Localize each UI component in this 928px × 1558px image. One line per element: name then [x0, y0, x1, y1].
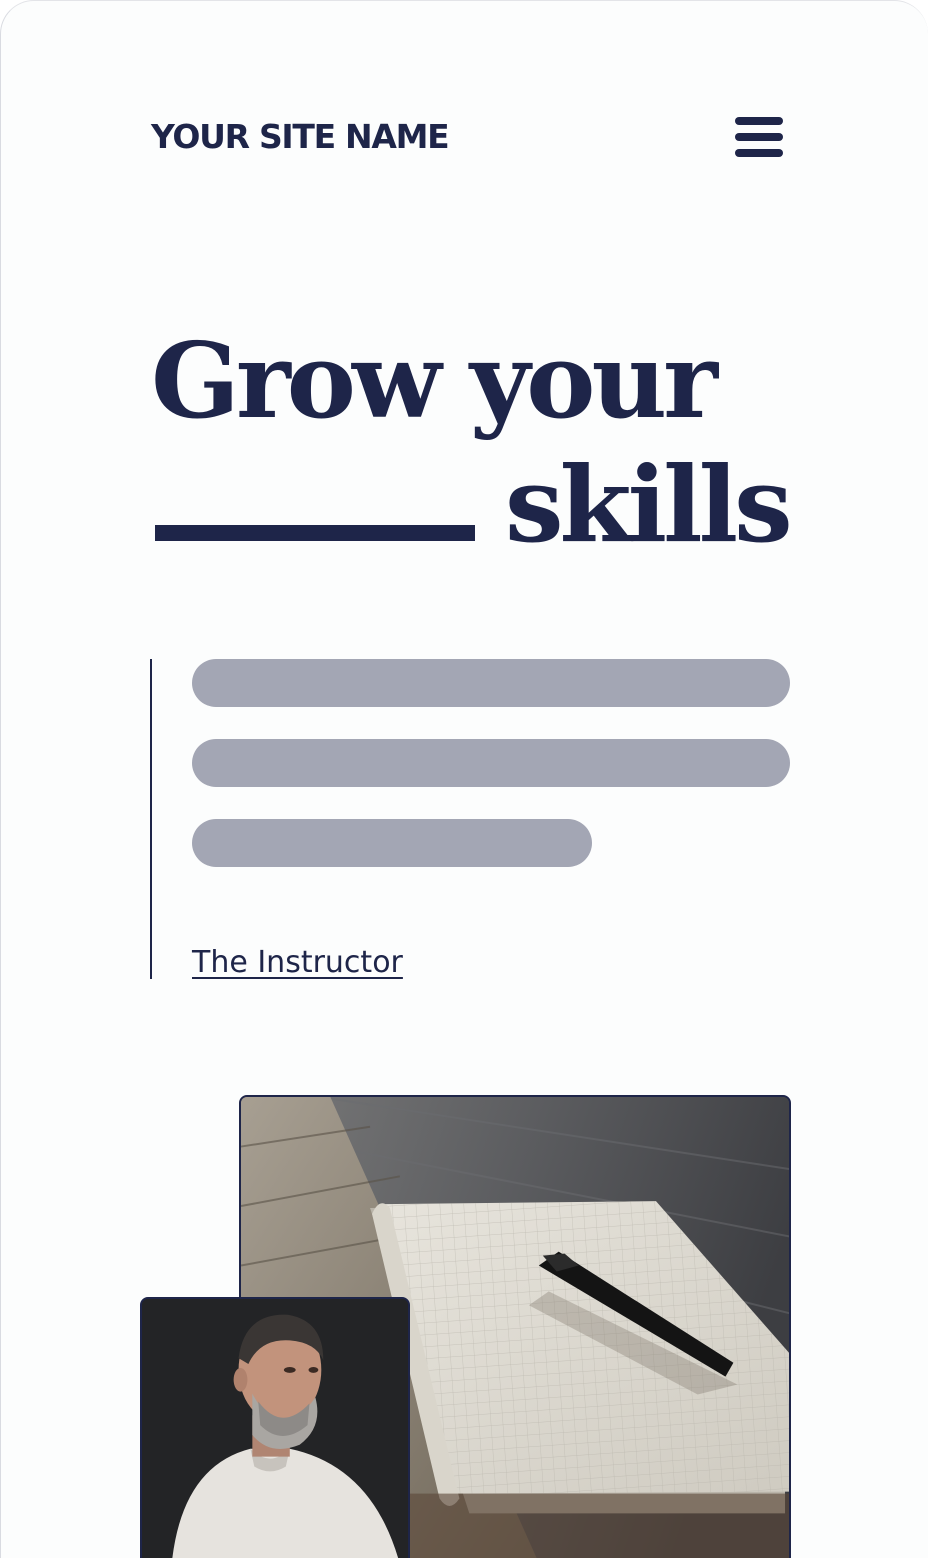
headline-word-skills: skills	[505, 443, 793, 566]
hamburger-menu-icon[interactable]	[735, 115, 783, 159]
instructor-link[interactable]: The Instructor	[192, 943, 403, 983]
quote-placeholder-line-2	[192, 739, 790, 787]
portrait-illustration	[142, 1299, 408, 1558]
quote-placeholder-line-3	[192, 819, 592, 867]
menu-bar-middle	[735, 133, 783, 141]
headline-line-1: Grow your	[151, 319, 718, 442]
headline-blank-underline	[155, 525, 475, 541]
instructor-portrait-photo	[140, 1297, 410, 1558]
quote-block: The Instructor	[150, 659, 794, 980]
headline-line-2: skills	[151, 443, 851, 567]
quote-placeholder-line-1	[192, 659, 790, 707]
site-name[interactable]: YOUR SITE NAME	[151, 115, 450, 159]
menu-bar-top	[735, 117, 783, 125]
page-frame: YOUR SITE NAME Grow your skills The Inst…	[0, 0, 928, 1558]
page-headline: Grow your skills	[151, 319, 851, 567]
menu-bar-bottom	[735, 149, 783, 157]
